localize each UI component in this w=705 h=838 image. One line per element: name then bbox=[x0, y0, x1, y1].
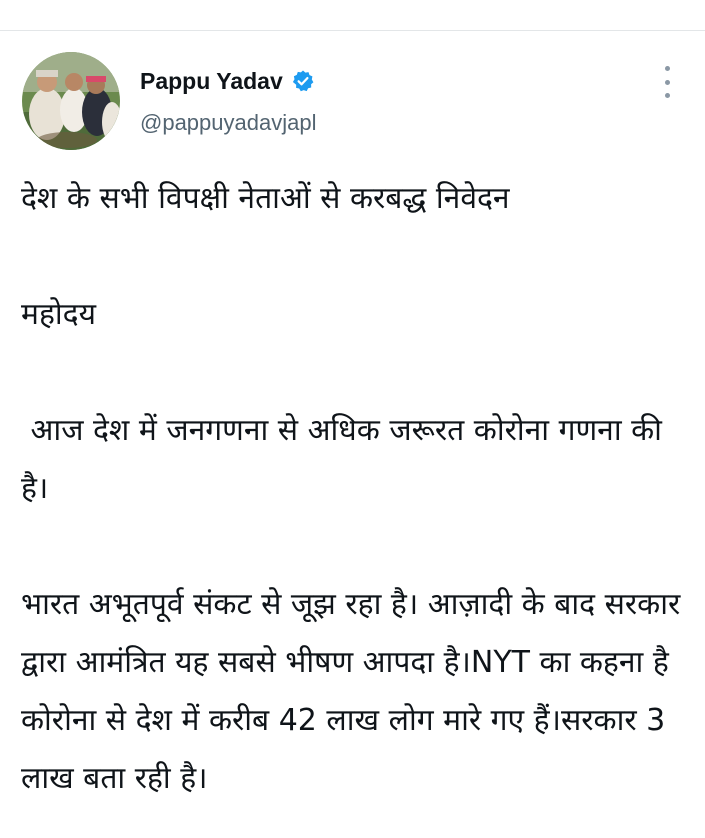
tweet-paragraph: महोदय bbox=[21, 297, 96, 332]
author-display-name[interactable]: Pappu Yadav bbox=[140, 68, 283, 95]
avatar-photo bbox=[22, 52, 120, 150]
more-vertical-icon-dot bbox=[664, 93, 670, 98]
tweet-text: देश के सभी विपक्षी नेताओं से करबद्ध निवे… bbox=[21, 170, 691, 808]
top-divider bbox=[0, 30, 705, 31]
tweet-paragraph: देश के सभी विपक्षी नेताओं से करबद्ध निवे… bbox=[21, 181, 510, 216]
tweet-paragraph: आज देश में जनगणना से अधिक जरूरत कोरोना ग… bbox=[21, 413, 672, 506]
author-handle[interactable]: @pappuyadavjapl bbox=[140, 110, 316, 136]
more-options-button[interactable] bbox=[657, 66, 677, 98]
name-row: Pappu Yadav bbox=[140, 66, 316, 96]
more-vertical-icon bbox=[664, 66, 670, 71]
tweet-header: Pappu Yadav @pappuyadavjapl bbox=[22, 52, 687, 152]
avatar[interactable] bbox=[22, 52, 120, 150]
tweet-paragraph: भारत अभूतपूर्व संकट से जूझ रहा है। आज़ाद… bbox=[21, 587, 690, 796]
verified-badge-icon bbox=[291, 69, 315, 93]
more-vertical-icon-dot bbox=[664, 79, 670, 85]
author-info: Pappu Yadav @pappuyadavjapl bbox=[140, 66, 316, 136]
